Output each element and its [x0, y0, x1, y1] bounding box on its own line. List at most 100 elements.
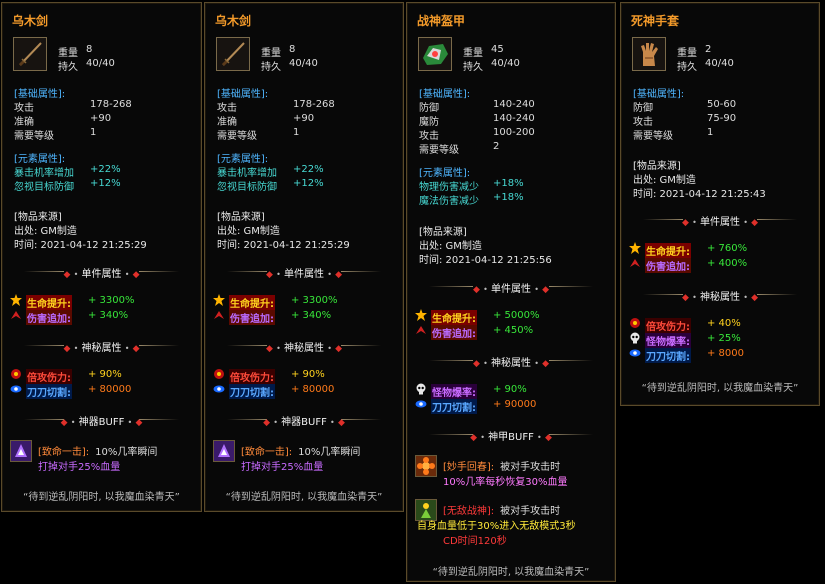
attr-name: 防御 [419, 103, 439, 114]
wing-icon [10, 309, 22, 321]
source-time: 时间: 2021-04-12 21:25:43 [633, 189, 766, 200]
attr-name: 魔防 [419, 117, 439, 128]
section-divider: ◆ • 神秘属性 • ◆ [2, 339, 201, 354]
weight-value: 8 [289, 44, 296, 55]
affix-label: 生命提升: [645, 243, 691, 258]
affix-value: + 760% [707, 243, 748, 254]
affix-value: + 5000% [493, 310, 540, 321]
divider-label: 神器BUFF [78, 417, 125, 428]
skull-icon [415, 383, 427, 395]
weight-label: 重量 [261, 48, 281, 59]
attr-value: +90 [293, 113, 315, 124]
affix-label: 生命提升: [229, 295, 275, 310]
durability-value: 40/40 [705, 58, 734, 69]
affix-value: + 450% [493, 325, 534, 336]
buff-name: [妙手回春]: 被对手攻击时 [443, 462, 561, 473]
element-value: +22% [293, 164, 324, 175]
attr-name: 准确 [217, 117, 237, 128]
rune-icon [10, 368, 22, 380]
star-icon [629, 242, 641, 254]
divider-label: 神器BUFF [281, 417, 327, 428]
attr-name: 攻击 [217, 103, 237, 114]
skull-icon [629, 332, 641, 344]
affix-label: 伤害追加: [26, 310, 72, 325]
affix-value: + 340% [88, 310, 129, 321]
affix-label: 伤害追加: [431, 325, 477, 340]
star-icon [415, 309, 427, 321]
affix-value: + 90000 [493, 399, 537, 410]
attr-value: 2 [493, 141, 500, 152]
eye-icon [10, 383, 22, 395]
weight-value: 2 [705, 44, 712, 55]
section-divider: ◆ • 单件属性 • ◆ [2, 265, 201, 280]
wing-icon [213, 309, 225, 321]
element-name: 暴击机率增加 [14, 168, 74, 179]
buff-description: 打掉对手25%血量 [38, 462, 121, 473]
durability-value: 40/40 [491, 58, 520, 69]
element-attributes-header: [元素属性]: [217, 154, 269, 165]
source-origin: 出处: GM制造 [419, 241, 482, 252]
affix-label: 怪物爆率: [645, 333, 691, 348]
section-divider: ◆ • 神秘属性 • ◆ [407, 354, 615, 369]
affix-value: + 90% [493, 384, 527, 395]
weight-label: 重量 [677, 48, 697, 59]
section-divider: ◆ • 单件属性 • ◆ [621, 213, 819, 228]
affix-value: + 25% [707, 333, 741, 344]
base-attributes-header: [基础属性]: [419, 89, 471, 100]
attr-value: 50-60 [707, 99, 737, 110]
item-name: 乌木剑 [12, 14, 49, 28]
attr-value: 140-240 [493, 99, 535, 110]
attr-name: 攻击 [633, 117, 653, 128]
gauntlet-icon [632, 37, 666, 71]
section-divider: ◆ • 神甲BUFF • ◆ [407, 428, 615, 443]
attr-value: 140-240 [493, 113, 535, 124]
source-time: 时间: 2021-04-12 21:25:56 [419, 255, 552, 266]
durability-label: 持久 [261, 62, 281, 73]
divider-label: 神秘属性 [81, 343, 122, 354]
attr-name: 攻击 [419, 131, 439, 142]
wing-icon [415, 324, 427, 336]
item-tooltip-war-god-armor: 战神盔甲 重量 45 持久 40/40 [基础属性]: 防御 140-240 魔… [406, 2, 616, 582]
element-value: +18% [493, 192, 524, 203]
source-header: [物品来源] [419, 227, 467, 238]
attr-name: 攻击 [14, 103, 34, 114]
divider-label: 神秘属性 [491, 358, 531, 369]
base-attributes-header: [基础属性]: [217, 89, 269, 100]
affix-value: + 3300% [88, 295, 135, 306]
section-divider: ◆ • 神秘属性 • ◆ [205, 339, 403, 354]
weight-label: 重量 [463, 48, 483, 59]
item-flavor-quote: “待到逆乱阴阳时, 以我魔血染青天” [225, 492, 383, 503]
affix-value: + 80000 [88, 384, 132, 395]
affix-label: 倍攻伤力: [26, 369, 72, 384]
affix-value: + 90% [88, 369, 122, 380]
element-attributes-header: [元素属性]: [14, 154, 66, 165]
item-name: 战神盔甲 [417, 14, 466, 28]
item-tooltip-death-gloves: 死神手套 重量 2 持久 40/40 [基础属性]: 防御 50-60 攻击 7… [620, 2, 820, 406]
affix-label: 怪物爆率: [431, 384, 477, 399]
attr-name: 需要等级 [419, 145, 459, 156]
attr-name: 需要等级 [633, 131, 673, 142]
affix-label: 伤害追加: [229, 310, 275, 325]
divider-label: 单件属性 [491, 284, 531, 295]
weight-value: 45 [491, 44, 504, 55]
affix-label: 刀刀切割: [431, 399, 477, 414]
durability-label: 持久 [58, 62, 78, 73]
attr-name: 准确 [14, 117, 34, 128]
buff-name: [致命一击]: 10%几率瞬间 [38, 447, 158, 458]
source-header: [物品来源] [633, 161, 681, 172]
element-name: 忽视目标防御 [217, 182, 277, 193]
buff-name: [无敌战神]: 被对手攻击时 [443, 506, 561, 517]
durability-label: 持久 [677, 62, 697, 73]
affix-label: 倍攻伤力: [229, 369, 275, 384]
divider-label: 神甲BUFF [488, 432, 534, 443]
attr-value: 75-90 [707, 113, 737, 124]
attr-value: +90 [90, 113, 112, 124]
attr-value: 178-268 [90, 99, 132, 110]
element-value: +22% [90, 164, 121, 175]
item-tooltip-ebony-sword-2: 乌木剑 重量 8 持久 40/40 [基础属性]: 攻击 178-268 准确 … [204, 2, 404, 512]
item-flavor-quote: “待到逆乱阴阳时, 以我魔血染青天” [432, 567, 590, 578]
source-origin: 出处: GM制造 [14, 226, 77, 237]
affix-value: + 80000 [291, 384, 335, 395]
rune-icon [213, 368, 225, 380]
affix-label: 倍攻伤力: [645, 318, 691, 333]
